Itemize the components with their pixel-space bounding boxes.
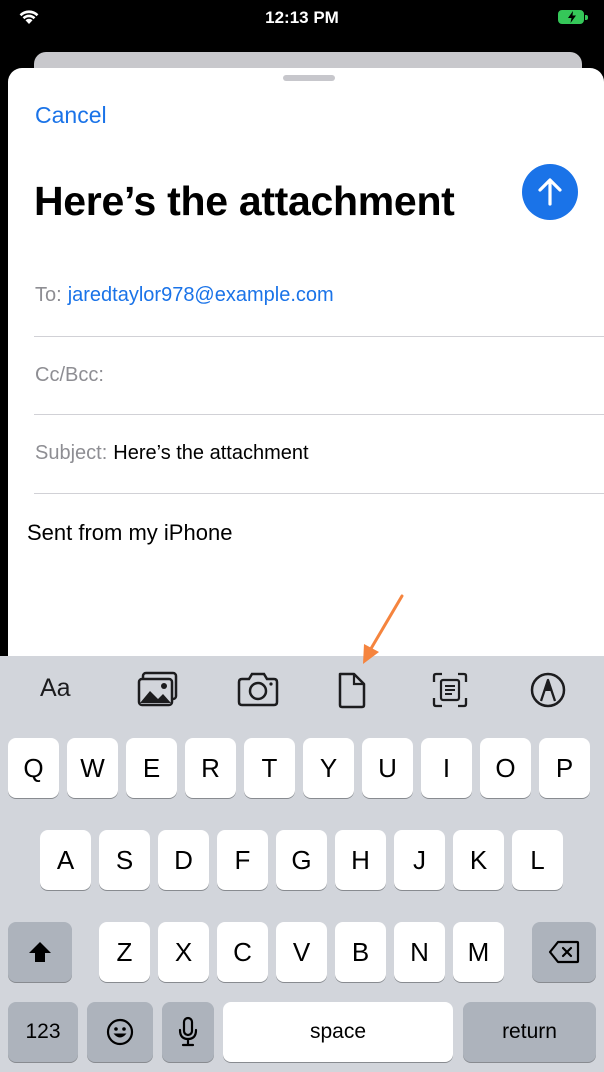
key-i[interactable]: I xyxy=(421,738,472,798)
backspace-icon xyxy=(548,940,580,964)
key-d[interactable]: D xyxy=(158,830,209,890)
message-body[interactable]: Sent from my iPhone xyxy=(27,520,232,546)
key-t[interactable]: T xyxy=(244,738,295,798)
photo-library-icon[interactable] xyxy=(136,670,180,710)
divider xyxy=(34,336,604,337)
format-button[interactable]: Aa xyxy=(40,674,71,714)
battery-icon xyxy=(558,10,584,24)
annotation-arrow xyxy=(363,594,404,664)
status-time: 12:13 PM xyxy=(265,8,339,27)
key-b[interactable]: B xyxy=(335,922,386,982)
compose-title: Here’s the attachment xyxy=(34,178,455,224)
key-c[interactable]: C xyxy=(217,922,268,982)
shift-icon xyxy=(29,942,51,962)
divider xyxy=(34,493,604,494)
send-button[interactable] xyxy=(522,164,578,220)
cc-bcc-field[interactable]: Cc/Bcc: xyxy=(35,364,104,387)
key-g[interactable]: G xyxy=(276,830,327,890)
screen: 12:13 PM Cancel Here’s the attachment To… xyxy=(0,0,604,1072)
key-m[interactable]: M xyxy=(453,922,504,982)
emoji-key[interactable] xyxy=(87,1002,153,1062)
key-h[interactable]: H xyxy=(335,830,386,890)
camera-icon[interactable] xyxy=(236,670,280,710)
key-v[interactable]: V xyxy=(276,922,327,982)
emoji-icon xyxy=(106,1018,134,1046)
key-p[interactable]: P xyxy=(539,738,590,798)
battery-cap xyxy=(585,15,588,20)
cc-bcc-label: Cc/Bcc: xyxy=(35,364,104,386)
to-label: To: xyxy=(35,284,62,306)
divider xyxy=(34,414,604,415)
key-e[interactable]: E xyxy=(126,738,177,798)
numbers-key[interactable]: 123 xyxy=(8,1002,78,1062)
space-key[interactable]: space xyxy=(223,1002,453,1062)
key-u[interactable]: U xyxy=(362,738,413,798)
microphone-icon xyxy=(178,1016,198,1047)
scan-document-icon[interactable] xyxy=(430,670,470,710)
key-l[interactable]: L xyxy=(512,830,563,890)
to-field[interactable]: To: jaredtaylor978@example.com xyxy=(35,284,334,307)
key-k[interactable]: K xyxy=(453,830,504,890)
key-r[interactable]: R xyxy=(185,738,236,798)
status-bar: 12:13 PM xyxy=(0,0,604,44)
key-s[interactable]: S xyxy=(99,830,150,890)
delete-key[interactable] xyxy=(532,922,596,982)
subject-field[interactable]: Subject: Here’s the attachment xyxy=(35,442,309,465)
key-z[interactable]: Z xyxy=(99,922,150,982)
dictation-key[interactable] xyxy=(162,1002,214,1062)
cancel-button[interactable]: Cancel xyxy=(35,102,107,129)
document-icon[interactable] xyxy=(334,670,370,710)
return-key[interactable]: return xyxy=(463,1002,596,1062)
key-o[interactable]: O xyxy=(480,738,531,798)
key-q[interactable]: Q xyxy=(8,738,59,798)
key-y[interactable]: Y xyxy=(303,738,354,798)
key-w[interactable]: W xyxy=(67,738,118,798)
subject-label: Subject: xyxy=(35,442,108,464)
key-n[interactable]: N xyxy=(394,922,445,982)
to-recipient[interactable]: jaredtaylor978@example.com xyxy=(68,284,334,306)
key-a[interactable]: A xyxy=(40,830,91,890)
key-x[interactable]: X xyxy=(158,922,209,982)
key-f[interactable]: F xyxy=(217,830,268,890)
markup-icon[interactable] xyxy=(528,670,568,710)
shift-key[interactable] xyxy=(8,922,72,982)
keyboard: Aa Q W E R T Y U I O P A S D F G H J K L… xyxy=(0,656,604,1072)
sheet-grabber[interactable] xyxy=(283,75,335,81)
arrow-up-icon xyxy=(538,178,562,206)
subject-value[interactable]: Here’s the attachment xyxy=(113,442,308,464)
key-j[interactable]: J xyxy=(394,830,445,890)
